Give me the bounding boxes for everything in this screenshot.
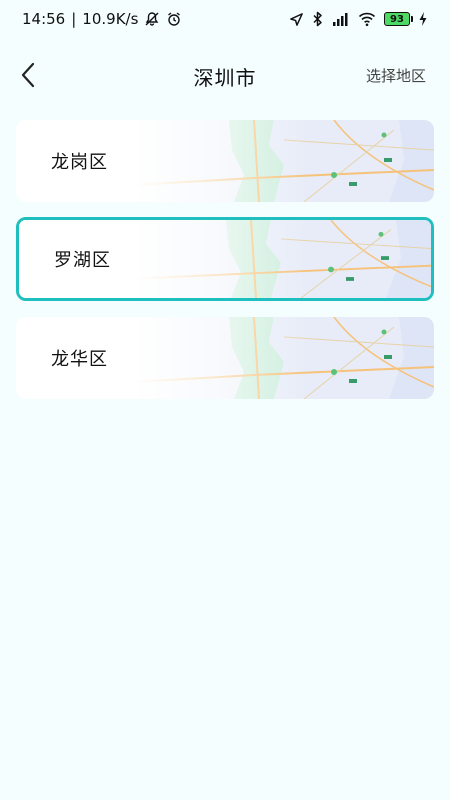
district-name: 龙岗区 — [51, 152, 108, 173]
district-card-longhua[interactable]: 龙华区 — [16, 317, 434, 399]
location-icon — [289, 12, 304, 27]
district-card-longgang[interactable]: 龙岗区 — [16, 120, 434, 202]
select-region-button[interactable]: 选择地区 — [366, 65, 426, 86]
map-thumbnail — [134, 120, 434, 202]
header: 深圳市 选择地区 — [0, 50, 450, 100]
district-card-luohu[interactable]: 罗湖区 — [16, 217, 434, 301]
status-separator: | — [71, 10, 77, 28]
map-thumbnail — [131, 220, 431, 298]
wifi-icon — [358, 11, 376, 27]
district-list: 龙岗区 罗湖区 龙华区 — [16, 120, 434, 415]
network-speed: 10.9K/s — [82, 10, 139, 28]
bluetooth-icon — [312, 11, 324, 27]
alarm-icon — [166, 11, 182, 27]
status-left: 14:56 | 10.9K/s — [22, 10, 182, 28]
status-time: 14:56 — [22, 10, 66, 28]
status-right: 93 — [289, 11, 428, 27]
status-bar: 14:56 | 10.9K/s 93 — [0, 0, 450, 38]
map-thumbnail — [134, 317, 434, 399]
battery-icon: 93 — [384, 12, 413, 26]
signal-icon — [332, 11, 350, 27]
charging-icon — [418, 11, 428, 27]
mute-icon — [144, 11, 160, 27]
district-name: 龙华区 — [51, 349, 108, 370]
district-name: 罗湖区 — [54, 250, 111, 271]
